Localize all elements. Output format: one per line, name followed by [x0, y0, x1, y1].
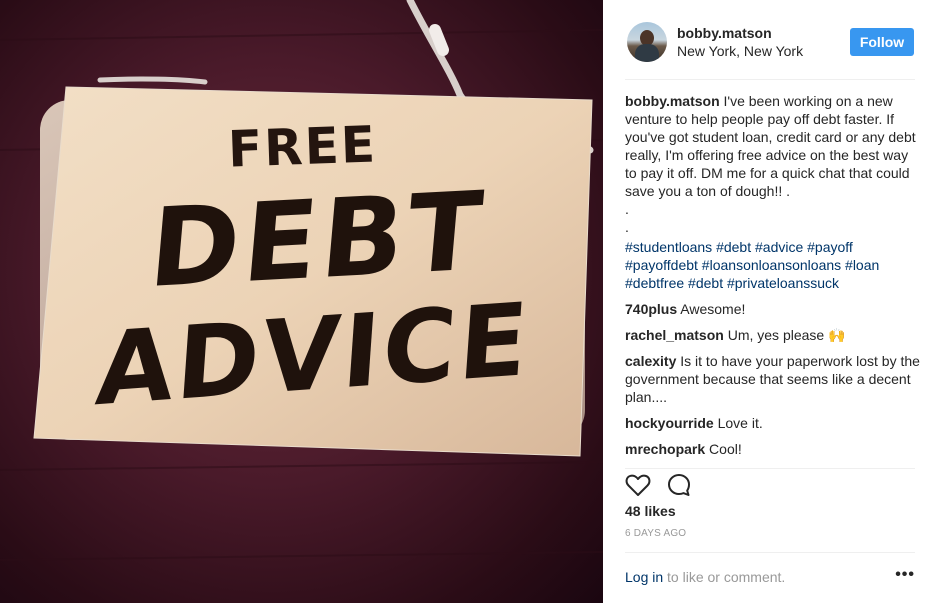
comment-username[interactable]: hockyourride: [625, 415, 714, 431]
comment-username[interactable]: rachel_matson: [625, 327, 724, 343]
caption-username[interactable]: bobby.matson: [625, 93, 720, 109]
header-username[interactable]: bobby.matson: [677, 25, 772, 41]
avatar[interactable]: [627, 22, 667, 62]
comment-username[interactable]: mrechopark: [625, 441, 705, 457]
post-sidebar: bobby.matson New York, New York Follow b…: [603, 0, 936, 603]
comment-item: calexity Is it to have your paperwork lo…: [625, 352, 921, 406]
comment-item: rachel_matson Um, yes please 🙌: [625, 326, 921, 344]
comment-text: Cool!: [709, 441, 742, 457]
comment-text: Um, yes please: [727, 327, 825, 343]
caption-hashtags[interactable]: #studentloans #debt #advice #payoff #pay…: [625, 238, 921, 292]
caption: bobby.matson I've been working on a new …: [625, 92, 921, 236]
comment-bubble-icon[interactable]: [667, 473, 691, 497]
comments-section[interactable]: bobby.matson I've been working on a new …: [625, 92, 921, 458]
login-row: Log in to like or comment. •••: [625, 552, 915, 603]
header-location[interactable]: New York, New York: [677, 43, 803, 59]
sign-text-free: FREE: [227, 115, 378, 179]
login-link[interactable]: Log in: [625, 569, 663, 585]
caption-text: I've been working on a new venture to he…: [625, 93, 916, 235]
comment-text: Love it.: [717, 415, 763, 431]
comment-username[interactable]: calexity: [625, 353, 676, 369]
avatar-torso: [635, 44, 659, 62]
raising-hands-emoji: 🙌: [828, 327, 846, 343]
comment-item: mrechopark Cool!: [625, 440, 921, 458]
post-photo[interactable]: FREE DEBT ADVICE: [0, 0, 603, 603]
comment-item: 740plus Awesome!: [625, 300, 921, 318]
action-bar: [625, 468, 915, 498]
post-header: bobby.matson New York, New York Follow: [625, 20, 915, 80]
follow-button[interactable]: Follow: [850, 28, 914, 56]
login-prompt-text: to like or comment.: [663, 569, 786, 585]
comment-username[interactable]: 740plus: [625, 301, 677, 317]
more-options-icon[interactable]: •••: [895, 566, 915, 584]
heart-icon[interactable]: [625, 473, 651, 497]
post-timestamp[interactable]: 6 DAYS AGO: [625, 528, 686, 539]
login-prompt: Log in to like or comment.: [625, 569, 785, 585]
comment-item: hockyourride Love it.: [625, 414, 921, 432]
likes-count[interactable]: 48 likes: [625, 503, 676, 519]
comment-text: Awesome!: [680, 301, 746, 317]
